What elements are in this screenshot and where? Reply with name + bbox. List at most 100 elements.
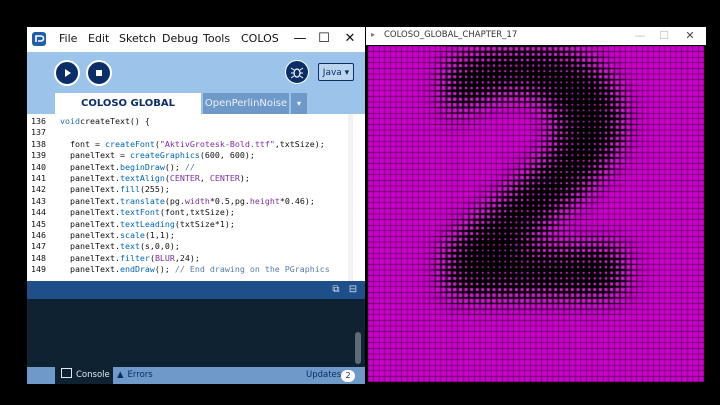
play-icon (65, 69, 71, 77)
sketch-title-bar: ▸ COLOSO_GLOBAL_CHAPTER_17 — ☐ ✕ (366, 27, 706, 45)
tab-coloso-global-chapter-17[interactable]: COLOSO GLOBAL CHAPTER 17 (55, 93, 201, 130)
code-token: (600, 600); (199, 150, 255, 161)
menu-sketch[interactable]: Sketch (119, 32, 156, 45)
tab-errors[interactable]: ▲ Errors (117, 367, 177, 384)
collapse-console-icon[interactable]: ⊟ (347, 284, 359, 296)
copy-icon[interactable]: ⧉ (330, 284, 342, 296)
code-token: createGraphics (129, 150, 200, 161)
code-token: (); (164, 161, 185, 172)
code-token: panelText. (60, 207, 120, 218)
code-token: panelText. (60, 230, 120, 240)
line-number: 142 (31, 184, 46, 195)
code-token: font = (60, 138, 105, 149)
code-text: panelText.endDraw(); // End drawing on t… (60, 264, 330, 275)
code-token: (255); (139, 184, 170, 195)
menu-debug[interactable]: Debug (162, 32, 198, 45)
code-token: // (184, 161, 195, 172)
console-tab-label: Console (76, 370, 110, 380)
line-number: 149 (31, 264, 46, 275)
menu-edit[interactable]: Edit (88, 32, 109, 45)
mode-selector[interactable]: Java ▾ (318, 63, 354, 81)
code-token: createText() { (79, 116, 150, 126)
code-token: translate (119, 195, 165, 206)
code-token: // End drawing on the PGraphics (174, 264, 330, 275)
code-token: beginDraw (119, 161, 165, 172)
maximize-button[interactable]: ☐ (313, 29, 335, 49)
code-token: panelText. (60, 264, 120, 275)
code-token: panelText. (60, 161, 120, 172)
debugger-button[interactable] (285, 60, 309, 84)
code-text: panelText.beginDraw(); // (60, 162, 195, 173)
code-token: (); (154, 264, 175, 275)
code-text: panelText.fill(255); (60, 184, 170, 195)
code-token: CENTER (209, 173, 240, 183)
line-number: 147 (31, 241, 46, 252)
code-token: text (119, 241, 140, 252)
line-number: 140 (31, 161, 46, 172)
code-token: filter (119, 252, 150, 263)
code-token: ); (239, 173, 250, 183)
console-header (27, 281, 365, 299)
code-token: panelText. (60, 173, 120, 183)
halftone-canvas[interactable] (368, 46, 704, 384)
sketch-close-button[interactable]: ✕ (682, 28, 698, 44)
processing-sketch-icon: ▸ (371, 30, 376, 39)
line-number: 138 (31, 138, 46, 149)
code-token: "AktivGrotesk-Bold.ttf" (159, 138, 275, 149)
window-title-truncated: COLOS (241, 32, 279, 45)
code-token: endDraw (119, 264, 155, 275)
line-number: 144 (31, 207, 46, 218)
warning-icon: ▲ (117, 370, 124, 380)
code-token: ,24); (174, 252, 200, 263)
code-token: panelText = (60, 150, 130, 161)
sketch-minimize-button[interactable]: — (632, 28, 648, 44)
code-token: panelText. (60, 241, 120, 252)
code-token: (txtSize*1); (174, 218, 235, 229)
code-token: panelText. (60, 195, 120, 206)
code-token: textLeading (119, 218, 175, 229)
line-number: 146 (31, 230, 46, 240)
editor-scrollbar[interactable] (348, 114, 353, 297)
stop-icon (96, 70, 102, 76)
code-token: createFont (104, 138, 155, 149)
code-text: panelText.textAlign(CENTER, CENTER); (60, 173, 250, 184)
line-number: 143 (31, 195, 46, 206)
terminal-icon (61, 368, 72, 378)
code-text: panelText.scale(1,1); (60, 230, 175, 241)
console-scrollbar[interactable] (355, 332, 361, 364)
code-text: panelText.text(s,0,0); (60, 241, 180, 252)
processing-logo-icon (32, 32, 46, 46)
code-token: *0.46); (279, 195, 315, 206)
code-text: panelText.textFont(font,txtSize); (60, 207, 235, 218)
code-token: (1,1); (144, 230, 175, 240)
code-token: ,txtSize); (274, 138, 325, 149)
line-number: 137 (31, 127, 46, 138)
menu-tools[interactable]: Tools (203, 32, 230, 45)
sketch-window-title: COLOSO_GLOBAL_CHAPTER_17 (384, 30, 518, 40)
tab-menu-button[interactable]: ▾ (291, 93, 307, 114)
code-editor[interactable]: 136 voidcreateText() {137 138 font = creat… (27, 114, 365, 297)
tab-console[interactable]: Console (55, 367, 113, 384)
updates-count-badge[interactable]: 2 (341, 370, 355, 382)
console-output (27, 299, 365, 367)
updates-label[interactable]: Updates (306, 370, 341, 380)
run-button[interactable] (54, 60, 80, 86)
code-token: (font,txtSize); (159, 207, 235, 218)
close-button[interactable]: ✕ (339, 29, 361, 49)
code-text: panelText.textLeading(txtSize*1); (60, 219, 235, 230)
line-number: 136 (31, 116, 46, 126)
code-token: (s,0,0); (139, 241, 180, 252)
code-token: CENTER (169, 173, 200, 183)
code-text: panelText.translate(pg.width*0.5,pg.heig… (60, 196, 315, 207)
code-token: panelText. (60, 184, 120, 195)
code-token: , (199, 173, 210, 183)
code-token: (pg. (164, 195, 185, 206)
code-token: height (249, 195, 280, 206)
sketch-maximize-button[interactable]: ☐ (656, 28, 672, 44)
minimize-button[interactable]: — (289, 29, 311, 49)
tab-openperlinnoise[interactable]: OpenPerlinNoise (203, 93, 289, 114)
code-text: panelText.filter(BLUR,24); (60, 253, 200, 264)
stop-button[interactable] (86, 60, 112, 86)
menu-file[interactable]: File (59, 32, 77, 45)
code-token: BLUR (154, 252, 175, 263)
